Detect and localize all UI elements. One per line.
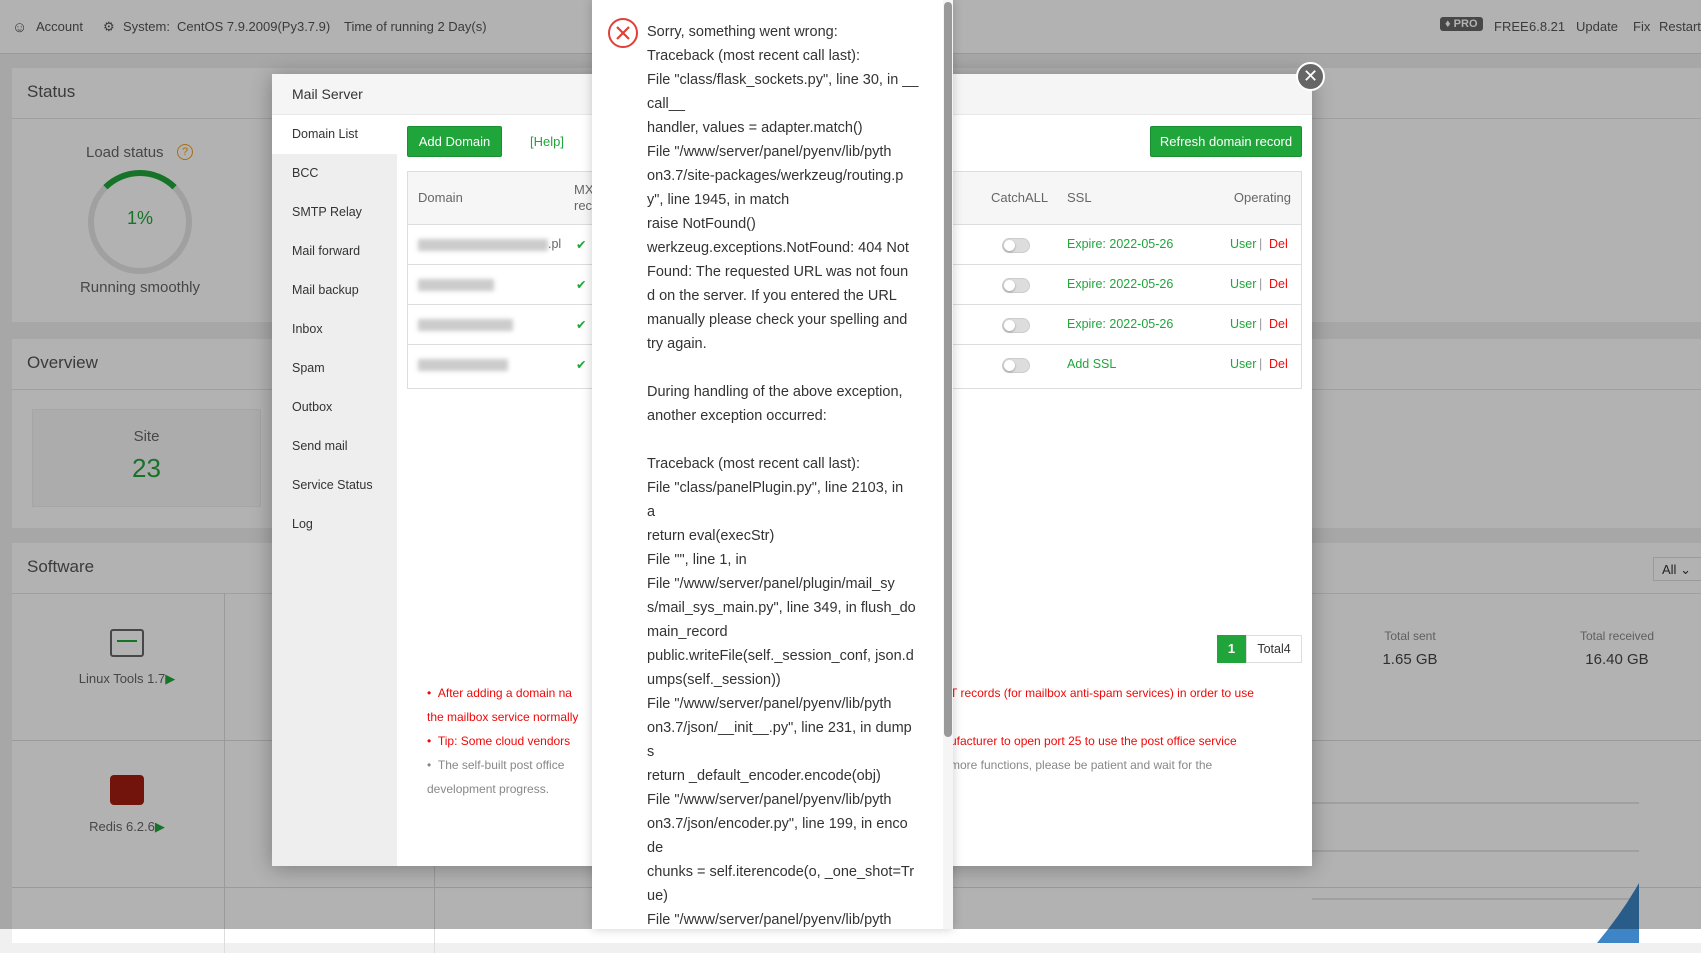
- error-line: y", line 1945, in match: [647, 192, 790, 208]
- note-3: The self-built post office: [437, 758, 565, 772]
- error-line: manually please check your spelling and: [647, 312, 908, 328]
- user-link[interactable]: User: [1230, 317, 1256, 331]
- col-catchall: CatchALL: [991, 190, 1049, 205]
- error-line: a: [647, 504, 656, 520]
- error-line: File "class/panelPlugin.py", line 2103, …: [647, 480, 904, 496]
- catchall-toggle[interactable]: [1002, 278, 1030, 293]
- error-line: [647, 356, 937, 380]
- col-ssl: SSL: [1067, 190, 1092, 205]
- error-line: File "", line 1, in: [647, 552, 747, 568]
- help-link[interactable]: [Help]: [530, 134, 564, 149]
- note-2: Tip: Some cloud vendors: [437, 734, 571, 748]
- error-line: on3.7/site-packages/werkzeug/routing.p: [647, 168, 904, 184]
- blurred-domain: [418, 239, 548, 251]
- error-line: Sorry, something went wrong:: [647, 24, 838, 40]
- error-line: File "/www/server/panel/pyenv/lib/pyth: [647, 792, 892, 808]
- error-line: File "/www/server/panel/plugin/mail_sy: [647, 576, 895, 592]
- error-line: chunks = self.iterencode(o, _one_shot=Tr: [647, 864, 915, 880]
- note-1: After adding a domain na: [437, 686, 572, 700]
- error-line: d on the server. If you entered the URL: [647, 288, 897, 304]
- error-line: return eval(execStr): [647, 528, 775, 544]
- del-link[interactable]: Del: [1269, 237, 1288, 251]
- ssl-status[interactable]: Expire: 2022-05-26: [1067, 317, 1173, 331]
- error-line: File "/www/server/panel/pyenv/lib/pyth: [647, 912, 892, 928]
- refresh-domain-record-button[interactable]: Refresh domain record: [1150, 126, 1302, 157]
- user-link[interactable]: User: [1230, 357, 1256, 371]
- error-line: public.writeFile(self._session_conf, jso…: [647, 648, 914, 664]
- error-line: [647, 428, 937, 452]
- col-domain: Domain: [418, 190, 463, 205]
- close-icon: ✕: [1302, 66, 1319, 86]
- error-line: on3.7/json/encoder.py", line 199, in enc…: [647, 816, 908, 832]
- error-line: de: [647, 840, 664, 856]
- check-icon: ✔: [576, 318, 587, 332]
- close-modal-button[interactable]: ✕: [1296, 62, 1325, 91]
- sidebar-item-domain-list[interactable]: Domain List: [272, 115, 397, 154]
- note-3-right: more functions, please be patient and wa…: [950, 758, 1213, 772]
- error-dialog: Sorry, something went wrong: Traceback (m…: [592, 0, 953, 929]
- sidebar-item-bcc[interactable]: BCC: [292, 166, 318, 180]
- blurred-domain: [418, 279, 494, 291]
- note-2-right: ufacturer to open port 25 to use the pos…: [950, 734, 1237, 748]
- blurred-domain: [418, 319, 513, 331]
- error-line: main_record: [647, 624, 728, 640]
- scrollbar[interactable]: [943, 0, 953, 929]
- error-line: call__: [647, 96, 685, 112]
- note-1-right: T records (for mailbox anti-spam service…: [950, 686, 1254, 700]
- error-line: try again.: [647, 336, 707, 352]
- check-icon: ✔: [576, 238, 587, 252]
- user-link[interactable]: User: [1230, 277, 1256, 291]
- error-line: Traceback (most recent call last):: [647, 48, 860, 64]
- catchall-toggle[interactable]: [1002, 318, 1030, 333]
- error-line: s/mail_sys_main.py", line 349, in flush_…: [647, 600, 916, 616]
- sidebar-item-mail-backup[interactable]: Mail backup: [292, 283, 359, 297]
- note-1-cont: the mailbox service normally: [427, 710, 579, 724]
- del-link[interactable]: Del: [1269, 317, 1288, 331]
- error-line: File "/www/server/panel/pyenv/lib/pyth: [647, 696, 892, 712]
- error-line: another exception occurred:: [647, 408, 827, 424]
- error-line: raise NotFound(): [647, 216, 756, 232]
- add-domain-button[interactable]: Add Domain: [407, 126, 502, 157]
- user-link[interactable]: User: [1230, 237, 1256, 251]
- sidebar-item-log[interactable]: Log: [292, 517, 313, 531]
- error-line: on3.7/json/__init__.py", line 231, in du…: [647, 720, 912, 736]
- mail-sidebar: Domain List BCC SMTP Relay Mail forward …: [272, 115, 397, 866]
- catchall-toggle[interactable]: [1002, 238, 1030, 253]
- ssl-status[interactable]: Expire: 2022-05-26: [1067, 237, 1173, 251]
- sidebar-item-inbox[interactable]: Inbox: [292, 322, 323, 336]
- sidebar-item-service-status[interactable]: Service Status: [292, 478, 373, 492]
- sidebar-item-spam[interactable]: Spam: [292, 361, 325, 375]
- error-line: During handling of the above exception,: [647, 384, 903, 400]
- total-count: Total4: [1246, 635, 1302, 663]
- error-line: Traceback (most recent call last):: [647, 456, 860, 472]
- page-1-button[interactable]: 1: [1217, 635, 1246, 663]
- sidebar-item-send-mail[interactable]: Send mail: [292, 439, 348, 453]
- check-icon: ✔: [576, 358, 587, 372]
- error-line: Found: The requested URL was not foun: [647, 264, 909, 280]
- note-3-cont: development progress.: [427, 782, 550, 796]
- error-line: File "/www/server/panel/pyenv/lib/pyth: [647, 144, 892, 160]
- sidebar-item-smtp-relay[interactable]: SMTP Relay: [292, 205, 362, 219]
- error-line: werkzeug.exceptions.NotFound: 404 Not: [647, 240, 909, 256]
- error-line: return _default_encoder.encode(obj): [647, 768, 881, 784]
- check-icon: ✔: [576, 278, 587, 292]
- scrollbar-thumb[interactable]: [944, 2, 952, 737]
- del-link[interactable]: Del: [1269, 357, 1288, 371]
- sidebar-item-mail-forward[interactable]: Mail forward: [292, 244, 360, 258]
- catchall-toggle[interactable]: [1002, 358, 1030, 373]
- error-line: umps(self._session)): [647, 672, 781, 688]
- error-line: s: [647, 744, 655, 760]
- sidebar-item-outbox[interactable]: Outbox: [292, 400, 332, 414]
- blurred-domain: [418, 359, 508, 371]
- error-line: handler, values = adapter.match(): [647, 120, 863, 136]
- col-operating: Operating: [1233, 190, 1291, 205]
- add-ssl-link[interactable]: Add SSL: [1067, 357, 1116, 371]
- error-line: File "class/flask_sockets.py", line 30, …: [647, 72, 919, 88]
- del-link[interactable]: Del: [1269, 277, 1288, 291]
- error-circle-x-icon: [608, 18, 638, 48]
- error-line: ue): [647, 888, 668, 904]
- error-message: Sorry, something went wrong: Traceback (m…: [647, 20, 937, 929]
- ssl-status[interactable]: Expire: 2022-05-26: [1067, 277, 1173, 291]
